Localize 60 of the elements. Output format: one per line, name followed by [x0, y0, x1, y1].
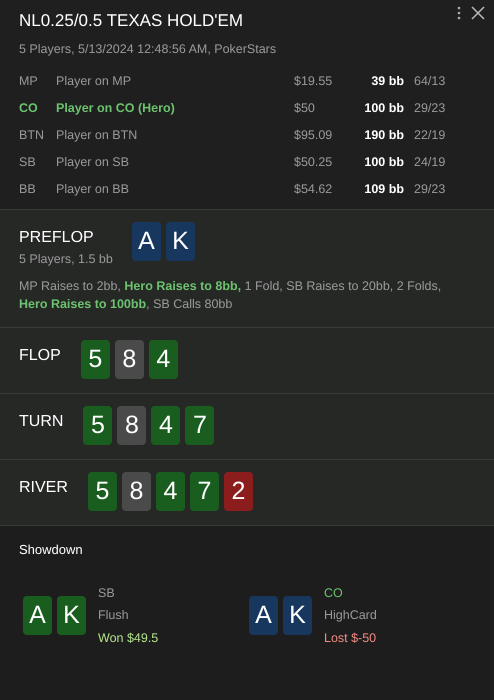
player-stats: 64/13	[413, 73, 446, 90]
playing-card: 8	[114, 340, 144, 379]
player-stats: 29/23	[413, 100, 446, 118]
street-name: PREFLOP	[19, 228, 95, 248]
hand-result: Won $49.5	[98, 630, 158, 647]
street-name: FLOP	[19, 346, 61, 366]
stack-amount: $95.09	[294, 127, 334, 144]
player-name: Player on MP	[56, 73, 132, 90]
playing-card: 5	[80, 340, 110, 379]
playing-card: 7	[190, 472, 219, 511]
playing-card: 2	[224, 472, 253, 511]
hand-rank: HighCard	[324, 607, 377, 624]
position-label: BTN	[19, 127, 45, 144]
stack-bb: 39 bb	[370, 73, 404, 90]
playing-card: 8	[117, 406, 146, 445]
stack-bb: 100 bb	[363, 154, 404, 172]
player-name: Player on BB	[56, 181, 130, 198]
stack-amount: $50	[294, 100, 316, 118]
playing-card: A	[249, 596, 278, 636]
playing-card: 8	[122, 472, 151, 511]
playing-card: K	[283, 596, 312, 636]
playing-card: A	[132, 222, 161, 262]
stack-amount: $50.25	[294, 154, 334, 172]
hand-rank: Flush	[98, 607, 130, 624]
street-name: RIVER	[19, 478, 68, 498]
street-name: TURN	[19, 412, 64, 432]
stack-amount: $19.55	[294, 73, 334, 90]
stack-amount: $54.62	[294, 181, 334, 198]
showdown-title: Showdown	[19, 541, 84, 559]
position-label: SB	[19, 154, 37, 172]
playing-card: 5	[83, 406, 112, 445]
player-stats: 29/23	[413, 181, 446, 198]
position-label: MP	[19, 73, 39, 90]
position-label: SB	[98, 584, 116, 602]
position-label: BB	[19, 181, 37, 198]
playing-card: 5	[88, 472, 117, 511]
hand-result: Lost $-50	[324, 630, 377, 647]
playing-card: 4	[151, 406, 180, 445]
more-options-icon[interactable]	[457, 6, 461, 20]
hand-title: NL0.25/0.5 TEXAS HOLD'EM	[19, 10, 244, 32]
stack-bb: 100 bb	[363, 100, 404, 118]
close-icon[interactable]	[471, 6, 485, 20]
playing-card: K	[166, 222, 195, 262]
playing-card: A	[23, 596, 52, 636]
position-label: CO	[19, 100, 39, 118]
hand-subtitle: 5 Players, 5/13/2024 12:48:56 AM, PokerStars	[19, 40, 278, 58]
action-summary: MP Raises to 2bb, Hero Raises to 8bb, 1 Fold, SB Raises to 20bb, 2 Folds, Hero Raises to 100bb, SB Calls 80bb	[19, 278, 442, 313]
stack-bb: 109 bb	[363, 181, 404, 198]
street-info: 5 Players, 1.5 bb	[19, 251, 114, 268]
playing-card: 7	[185, 406, 214, 445]
stack-bb: 190 bb	[363, 127, 404, 144]
player-stats: 24/19	[413, 154, 446, 172]
player-name: Player on CO (Hero)	[56, 100, 176, 118]
player-name: Player on BTN	[56, 127, 138, 144]
position-label: CO	[324, 584, 344, 602]
playing-card: K	[57, 596, 86, 636]
playing-card: 4	[148, 340, 178, 379]
player-name: Player on SB	[56, 154, 130, 172]
player-stats: 22/19	[413, 127, 446, 144]
playing-card: 4	[156, 472, 185, 511]
